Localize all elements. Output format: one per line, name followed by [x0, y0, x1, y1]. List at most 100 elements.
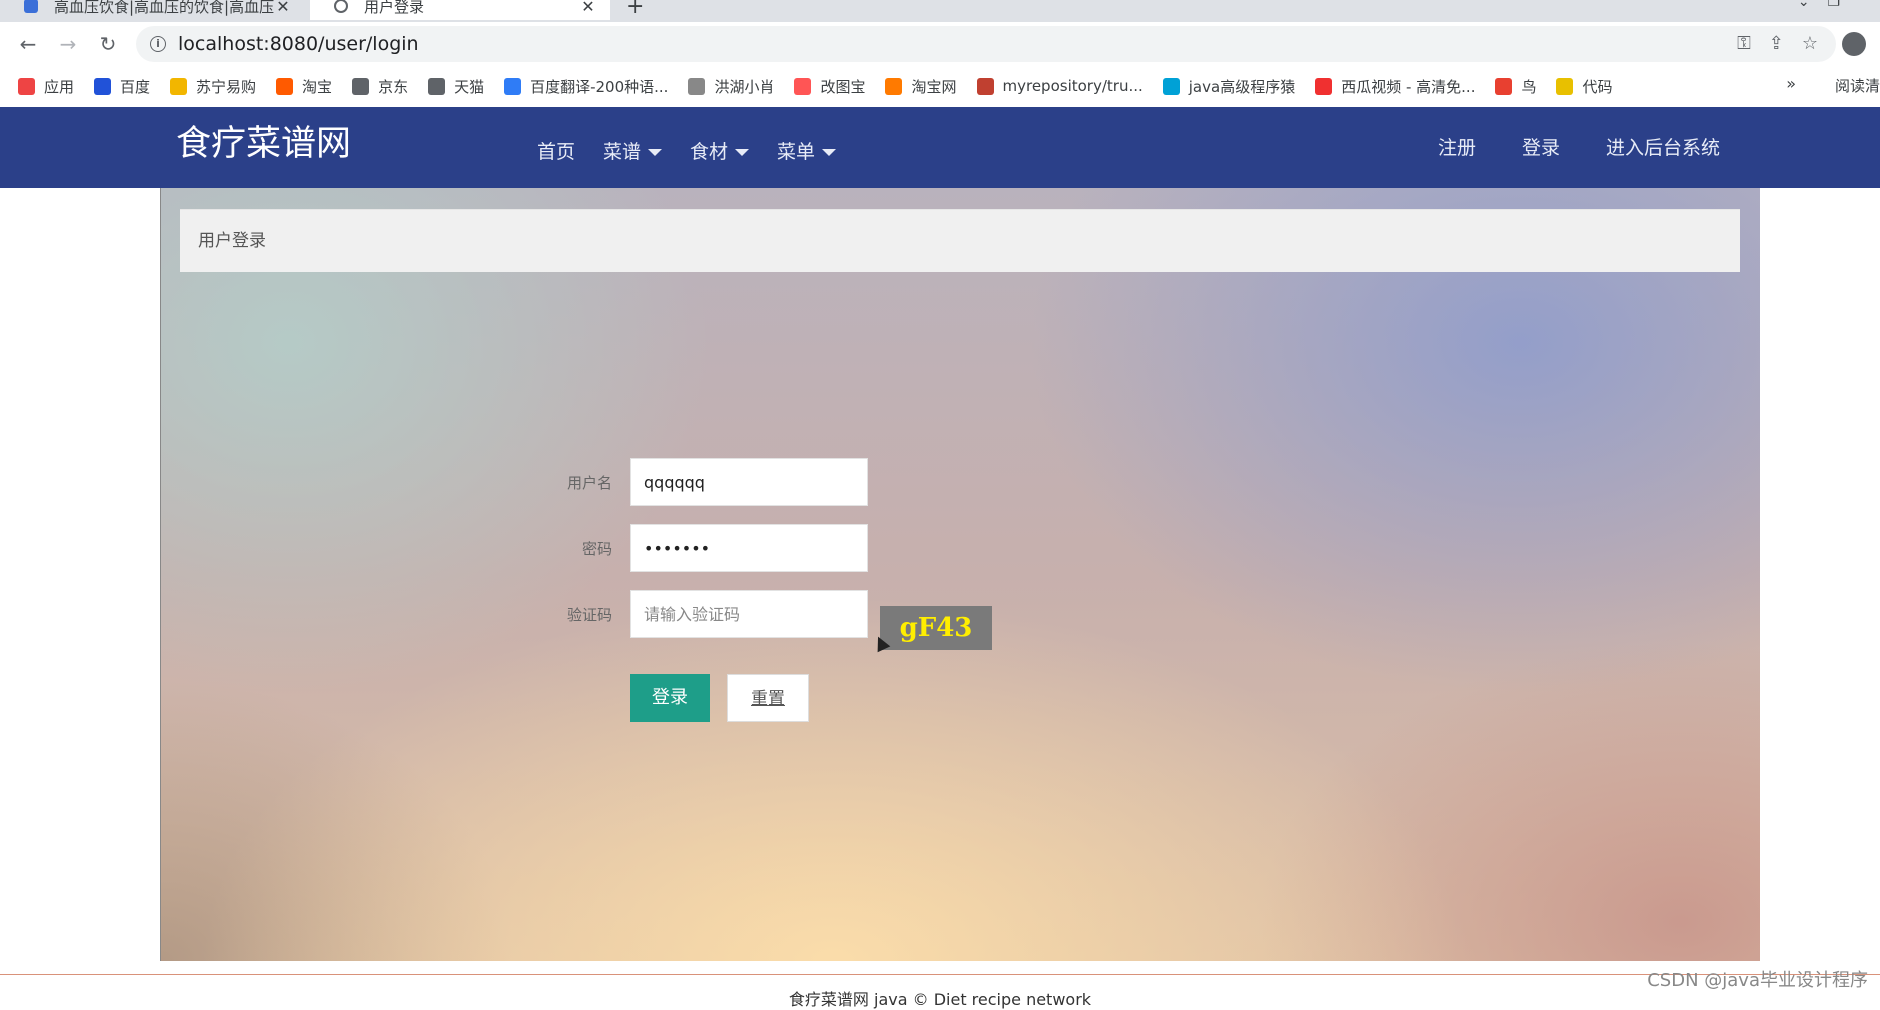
nav-menus[interactable]: 菜单 — [777, 137, 837, 164]
login-button[interactable]: 登录 — [630, 674, 710, 722]
bookmark-favicon-icon — [688, 77, 706, 95]
bookmark-favicon-icon — [794, 77, 812, 95]
bookmark-item[interactable]: 京东 — [352, 76, 408, 97]
bookmark-star-icon[interactable]: ☆ — [1802, 33, 1818, 54]
bookmark-favicon-icon — [94, 77, 112, 95]
reset-button[interactable]: 重置 — [727, 674, 809, 722]
bookmark-favicon-icon — [428, 77, 446, 95]
nav-label: 首页 — [537, 141, 576, 163]
nav-recipes[interactable]: 菜谱 — [603, 137, 663, 164]
new-tab-icon[interactable]: + — [626, 0, 644, 19]
nav-home[interactable]: 首页 — [537, 137, 575, 164]
bookmark-item[interactable]: 改图宝 — [794, 76, 865, 97]
nav-label: 食材 — [690, 141, 729, 163]
key-icon[interactable]: ⚿ — [1737, 33, 1751, 54]
tab-close-icon[interactable]: ✕ — [275, 0, 291, 16]
bookmark-item[interactable]: 鸟 — [1495, 76, 1536, 97]
forward-arrow-icon[interactable]: → — [56, 32, 80, 56]
password-row: 密码 ••••••• — [540, 524, 868, 572]
tab-close-icon[interactable]: ✕ — [580, 0, 596, 16]
bookmark-item[interactable]: 西瓜视频 - 高清免... — [1315, 76, 1475, 97]
site-header: 食疗菜谱网 首页 菜谱 食材 菜单 注册 登录 进入后台系统 — [0, 107, 1880, 188]
nav-register[interactable]: 注册 — [1438, 133, 1476, 160]
tab-title: 高血压饮食|高血压的饮食|高血压 — [54, 0, 275, 16]
nav-label: 菜单 — [777, 141, 816, 163]
reload-icon[interactable]: ↻ — [96, 32, 120, 56]
bookmark-item[interactable]: 淘宝 — [276, 76, 332, 97]
password-input[interactable]: ••••••• — [630, 524, 868, 572]
page-title: 用户登录 — [180, 209, 1740, 272]
bookmark-favicon-icon — [976, 77, 994, 95]
captcha-label: 验证码 — [566, 606, 612, 624]
bookmark-label: myrepository/tru... — [1002, 77, 1143, 95]
account-nav: 注册 登录 进入后台系统 — [1392, 133, 1720, 160]
site-info-icon[interactable]: i — [150, 36, 166, 52]
main-nav: 首页 菜谱 食材 菜单 — [537, 137, 864, 164]
profile-avatar-icon[interactable] — [1842, 32, 1866, 56]
bookmark-item[interactable]: 百度翻译-200种语... — [504, 76, 668, 97]
site-brand[interactable]: 食疗菜谱网 — [176, 115, 351, 166]
browser-tab-1[interactable]: 高血压饮食|高血压的饮食|高血压 ✕ — [0, 0, 305, 20]
bookmark-favicon-icon — [1162, 77, 1180, 95]
caret-down-icon — [735, 148, 750, 156]
browser-tab-2[interactable]: 用户登录 ✕ — [310, 0, 610, 20]
bookmark-label: 应用 — [44, 77, 75, 96]
watermark: CSDN @java毕业设计程序 — [1647, 970, 1868, 991]
caret-down-icon — [822, 148, 837, 156]
bookmark-favicon-icon — [885, 77, 903, 95]
nav-label: 菜谱 — [603, 141, 642, 163]
bookmark-label: 代码 — [1582, 77, 1613, 96]
bookmark-favicon-icon — [1556, 77, 1574, 95]
caret-down-icon — [648, 148, 663, 156]
bookmark-label: 百度 — [120, 77, 151, 96]
bookmark-label: 淘宝网 — [911, 77, 957, 96]
bookmark-favicon-icon — [170, 77, 188, 95]
bookmark-item[interactable]: 应用 — [18, 76, 74, 97]
bookmark-label: java高级程序猿 — [1188, 77, 1296, 96]
username-label: 用户名 — [566, 473, 612, 492]
username-row: 用户名 — [540, 458, 868, 506]
bookmark-item[interactable]: 百度 — [94, 76, 150, 97]
tab-favicon-icon — [24, 0, 38, 13]
bookmark-label: 天猫 — [454, 77, 485, 96]
bookmark-favicon-icon — [1315, 77, 1333, 95]
bookmark-label: 淘宝 — [302, 77, 333, 96]
bookmark-label: 百度翻译-200种语... — [530, 77, 669, 96]
bookmark-label: 洪湖小肖 — [714, 77, 775, 96]
bookmark-favicon-icon — [504, 77, 522, 95]
bookmark-item[interactable]: 代码 — [1556, 76, 1613, 97]
bookmarks-bar: 应用 百度 苏宁易购 淘宝 京东 天猫 百度翻译-200种语... 洪湖小肖 改图宝 淘宝网 myr… — [0, 66, 1880, 106]
username-input[interactable] — [630, 458, 868, 506]
login-background — [160, 188, 1760, 961]
bookmark-item[interactable]: 苏宁易购 — [170, 76, 256, 97]
url-text[interactable]: localhost:8080/user/login — [178, 33, 419, 55]
bookmark-item[interactable]: 洪湖小肖 — [688, 76, 774, 97]
nav-login[interactable]: 登录 — [1522, 133, 1560, 160]
bookmark-item[interactable]: 淘宝网 — [885, 76, 957, 97]
bookmark-favicon-icon — [352, 77, 370, 95]
bookmark-favicon-icon — [276, 77, 294, 95]
address-bar[interactable]: i localhost:8080/user/login ⚿ ⇪ ☆ — [136, 26, 1836, 62]
reading-list-button[interactable]: 阅读清 — [1835, 75, 1880, 96]
bookmark-label: 京东 — [378, 77, 409, 96]
bookmarks-more-icon[interactable]: » — [1786, 74, 1796, 93]
window-controls-icon[interactable]: ⌄ ❐ — [1798, 0, 1840, 10]
bookmark-favicon-icon — [18, 77, 35, 95]
site-footer: 食疗菜谱网 java © Diet recipe network — [788, 990, 1092, 1009]
footer-divider — [0, 974, 1880, 975]
bookmark-item[interactable]: 天猫 — [428, 76, 484, 97]
bookmark-favicon-icon — [1495, 77, 1513, 95]
bookmark-label: 鸟 — [1521, 77, 1537, 96]
bookmark-item[interactable]: myrepository/tru... — [976, 77, 1143, 95]
nav-admin[interactable]: 进入后台系统 — [1606, 133, 1720, 160]
bookmark-label: 苏宁易购 — [196, 77, 257, 96]
captcha-input[interactable] — [630, 590, 868, 638]
password-label: 密码 — [581, 539, 612, 558]
bookmark-label: 西瓜视频 - 高清免... — [1341, 77, 1476, 96]
bookmark-item[interactable]: java高级程序猿 — [1162, 76, 1296, 97]
share-icon[interactable]: ⇪ — [1769, 33, 1784, 54]
captcha-row: 验证码 gF43 — [540, 590, 992, 650]
captcha-image[interactable]: gF43 — [880, 606, 992, 650]
nav-ingredients[interactable]: 食材 — [690, 137, 750, 164]
back-arrow-icon[interactable]: ← — [16, 32, 40, 56]
